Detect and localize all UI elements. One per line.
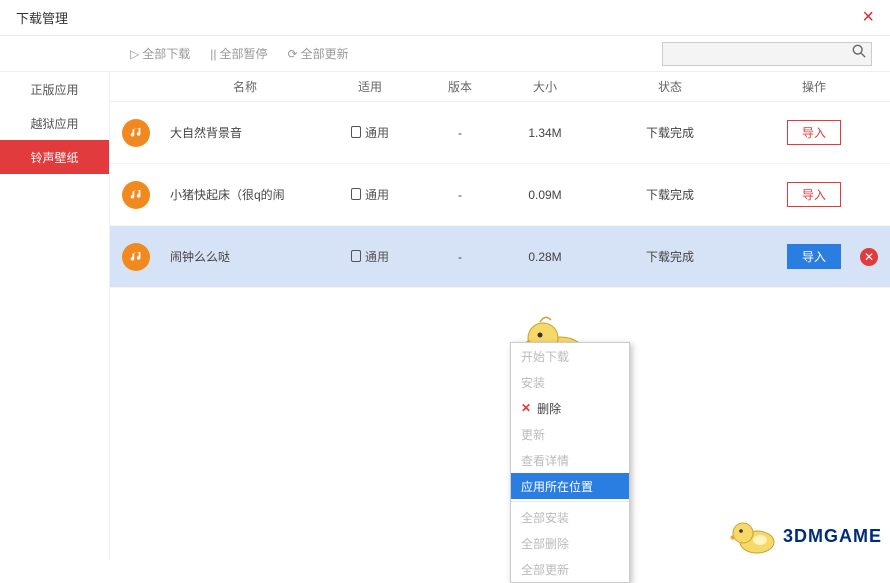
ctx-update: 更新 bbox=[511, 421, 629, 447]
context-menu: 开始下载 安装 ✕删除 更新 查看详情 应用所在位置 全部安装 全部删除 全部更… bbox=[510, 342, 630, 583]
delete-icon[interactable]: ✕ bbox=[860, 248, 878, 266]
sidebar-item-ringtone[interactable]: 铃声壁纸 bbox=[0, 140, 109, 174]
update-all-button[interactable]: ⟳ 全部更新 bbox=[288, 45, 349, 62]
row-version: - bbox=[420, 188, 500, 202]
row-name: 大自然背景音 bbox=[170, 124, 320, 141]
separator bbox=[511, 501, 629, 502]
col-size: 大小 bbox=[500, 78, 590, 95]
watermark: 3DMGAME bbox=[725, 518, 882, 554]
col-action: 操作 bbox=[750, 78, 878, 95]
search-box[interactable] bbox=[662, 42, 872, 66]
row-status: 下载完成 bbox=[590, 124, 750, 141]
ctx-install: 安装 bbox=[511, 369, 629, 395]
row-status: 下载完成 bbox=[590, 186, 750, 203]
titlebar: 下载管理 × bbox=[0, 0, 890, 36]
table-row[interactable]: 小猪快起床（很q的闹 通用 - 0.09M 下载完成 导入 bbox=[110, 164, 890, 226]
sidebar-item-jailbreak[interactable]: 越狱应用 bbox=[0, 106, 109, 140]
col-name: 名称 bbox=[170, 78, 320, 95]
main: 正版应用 越狱应用 铃声壁纸 名称 适用 版本 大小 状态 操作 大自然背景音 … bbox=[0, 72, 890, 560]
ctx-install-all: 全部安装 bbox=[511, 504, 629, 530]
ctx-start-download: 开始下载 bbox=[511, 343, 629, 369]
search-icon[interactable] bbox=[847, 44, 871, 63]
duck-icon bbox=[725, 518, 777, 554]
compat-badge: 通用 bbox=[351, 248, 389, 265]
download-all-button[interactable]: ▷ 全部下载 bbox=[130, 45, 190, 62]
ctx-delete-all: 全部删除 bbox=[511, 530, 629, 556]
table-header: 名称 适用 版本 大小 状态 操作 bbox=[110, 72, 890, 102]
row-version: - bbox=[420, 250, 500, 264]
row-size: 0.09M bbox=[500, 188, 590, 202]
ctx-details: 查看详情 bbox=[511, 447, 629, 473]
table-row[interactable]: 闹钟么么哒 通用 - 0.28M 下载完成 导入 ✕ bbox=[110, 226, 890, 288]
row-size: 1.34M bbox=[500, 126, 590, 140]
ringtone-icon bbox=[122, 181, 150, 209]
search-input[interactable] bbox=[663, 47, 847, 61]
ringtone-icon bbox=[122, 243, 150, 271]
col-version: 版本 bbox=[420, 78, 500, 95]
refresh-icon: ⟳ bbox=[288, 47, 298, 61]
sidebar-item-official[interactable]: 正版应用 bbox=[0, 72, 109, 106]
row-status: 下载完成 bbox=[590, 248, 750, 265]
watermark-text: 3DMGAME bbox=[783, 526, 882, 547]
row-version: - bbox=[420, 126, 500, 140]
import-button[interactable]: 导入 bbox=[787, 120, 841, 145]
window-title: 下载管理 bbox=[16, 8, 68, 27]
row-name: 小猪快起床（很q的闹 bbox=[170, 186, 320, 203]
device-icon bbox=[351, 126, 361, 138]
table-row[interactable]: 大自然背景音 通用 - 1.34M 下载完成 导入 bbox=[110, 102, 890, 164]
ctx-open-location[interactable]: 应用所在位置 bbox=[511, 473, 629, 499]
pause-icon: || bbox=[210, 47, 216, 61]
compat-badge: 通用 bbox=[351, 186, 389, 203]
row-size: 0.28M bbox=[500, 250, 590, 264]
ringtone-icon bbox=[122, 119, 150, 147]
play-icon: ▷ bbox=[130, 47, 139, 61]
content: 名称 适用 版本 大小 状态 操作 大自然背景音 通用 - 1.34M 下载完成… bbox=[110, 72, 890, 560]
ctx-delete[interactable]: ✕删除 bbox=[511, 395, 629, 421]
import-button[interactable]: 导入 bbox=[787, 182, 841, 207]
import-button[interactable]: 导入 bbox=[787, 244, 841, 269]
row-name: 闹钟么么哒 bbox=[170, 248, 320, 265]
close-icon[interactable]: × bbox=[862, 6, 874, 29]
close-icon: ✕ bbox=[521, 401, 531, 415]
sidebar: 正版应用 越狱应用 铃声壁纸 bbox=[0, 72, 110, 560]
col-compat: 适用 bbox=[320, 78, 420, 95]
device-icon bbox=[351, 250, 361, 262]
toolbar: ▷ 全部下载 || 全部暂停 ⟳ 全部更新 bbox=[0, 36, 890, 72]
device-icon bbox=[351, 188, 361, 200]
pause-all-button[interactable]: || 全部暂停 bbox=[210, 45, 267, 62]
compat-badge: 通用 bbox=[351, 124, 389, 141]
col-status: 状态 bbox=[590, 78, 750, 95]
